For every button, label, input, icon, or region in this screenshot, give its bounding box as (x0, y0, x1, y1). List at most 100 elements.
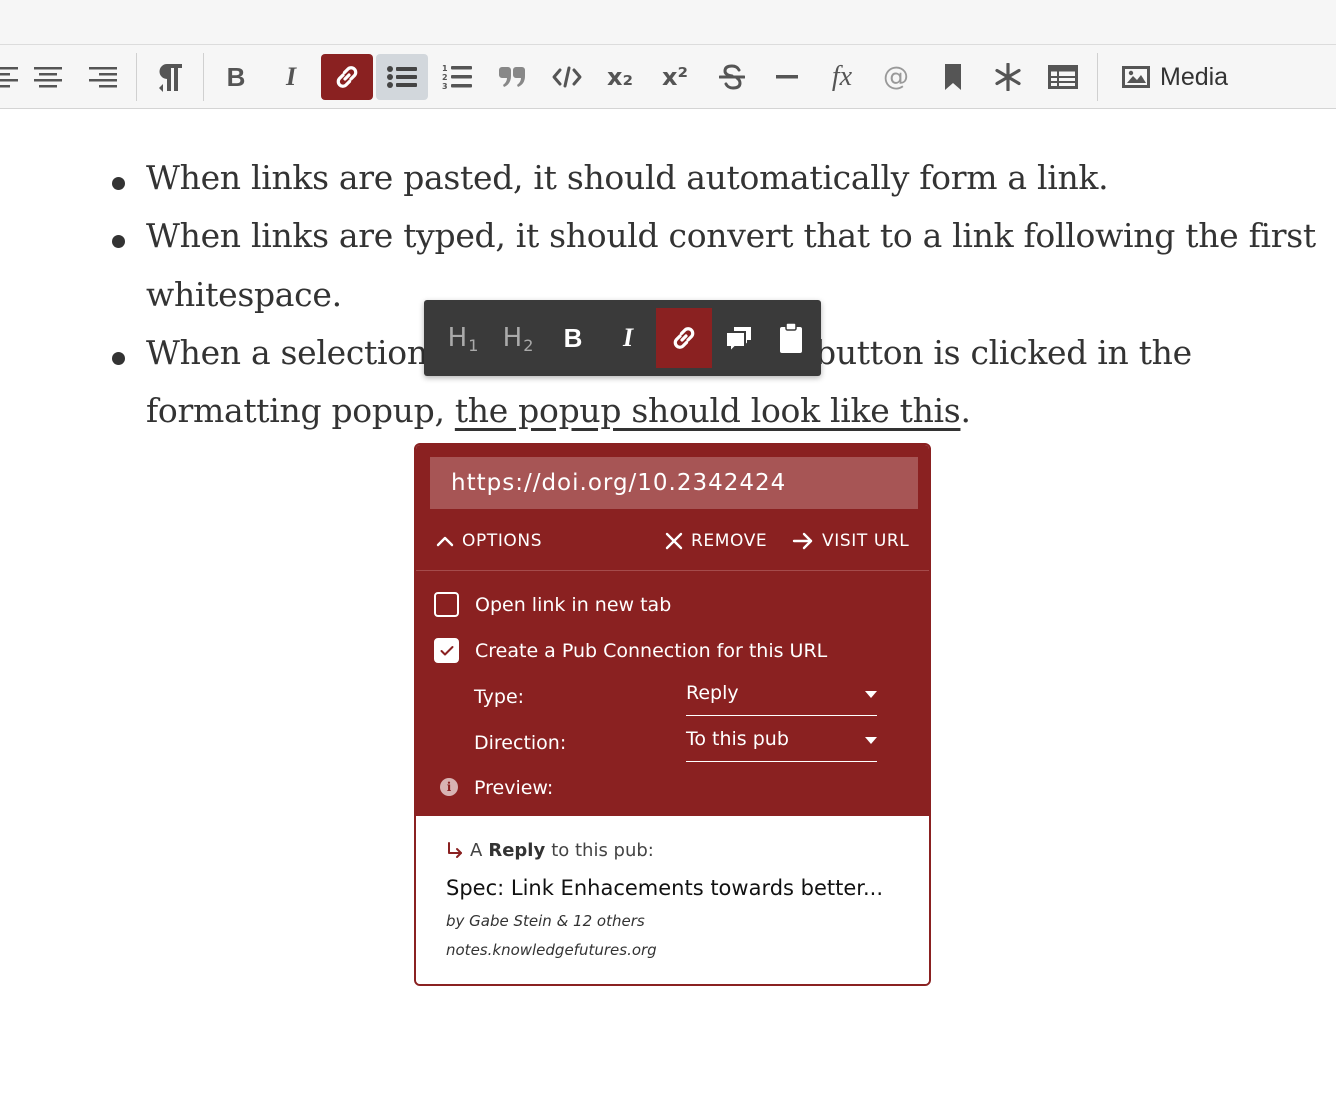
code-button[interactable] (544, 54, 590, 100)
subscript-icon: x₂ (607, 63, 633, 91)
code-icon (552, 66, 582, 88)
superscript-button[interactable]: x² (652, 54, 698, 100)
clipboard-button[interactable] (764, 308, 818, 368)
remove-label: REMOVE (691, 531, 768, 551)
superscript-icon: x² (662, 63, 688, 91)
ordered-list-button[interactable]: 123 (434, 54, 480, 100)
link-options-panel: https://doi.org/10.2342424 OPTIONS REMOV… (416, 445, 929, 816)
preview-suffix: to this pub: (551, 840, 654, 861)
subscript-button[interactable]: x₂ (597, 54, 643, 100)
bold-button[interactable]: B (546, 308, 600, 368)
link-button[interactable] (321, 54, 373, 100)
bookmark-icon (945, 64, 961, 90)
bookmark-button[interactable] (930, 54, 976, 100)
reply-arrow-icon (448, 841, 462, 858)
open-new-tab-checkbox[interactable] (434, 592, 459, 617)
align-center-icon (34, 67, 62, 88)
comments-icon (725, 325, 753, 352)
link-editor-popup: https://doi.org/10.2342424 OPTIONS REMOV… (414, 443, 931, 986)
checkmark-icon (440, 645, 453, 655)
list-item-text: . (960, 391, 971, 430)
toolbar-divider (1097, 53, 1098, 101)
type-select[interactable]: Reply (686, 682, 877, 716)
italic-button[interactable]: I (268, 54, 314, 100)
align-center-button[interactable] (25, 54, 71, 100)
editor-toolbar: B I 123 x₂ x² fx @ Media (0, 45, 1336, 109)
bullet-list-button[interactable] (376, 54, 428, 100)
heading1-button[interactable]: H1 (436, 308, 490, 368)
media-button[interactable]: Media (1122, 54, 1228, 100)
direction-select-value: To this pub (686, 728, 789, 750)
preview-label: Preview: (474, 777, 554, 799)
link-icon (673, 327, 695, 349)
quote-icon (499, 67, 525, 87)
heading2-icon: H (502, 323, 523, 353)
horizontal-rule-button[interactable] (764, 54, 810, 100)
toolbar-divider (136, 53, 137, 101)
italic-icon: I (622, 323, 634, 352)
align-right-icon (89, 67, 117, 88)
popup-divider (416, 570, 929, 571)
preview-header: A Reply to this pub: (446, 840, 654, 861)
function-icon: fx (831, 61, 853, 92)
italic-button[interactable]: I (601, 308, 655, 368)
info-icon: i (440, 778, 458, 796)
toolbar-divider (203, 53, 204, 101)
align-left-icon (0, 67, 18, 88)
list-item-continuation: formatting popup, the popup should look … (146, 391, 971, 430)
discussion-button[interactable] (712, 308, 766, 368)
ordered-list-icon: 123 (442, 64, 472, 90)
options-label: OPTIONS (462, 531, 543, 551)
preview-title[interactable]: Spec: Link Enhacements towards better... (446, 876, 883, 900)
connection-preview: A Reply to this pub: Spec: Link Enhaceme… (416, 816, 929, 984)
list-bullet (112, 177, 125, 190)
formatting-popup: H1 H2 B I (424, 300, 821, 376)
list-item: When links are typed, it should convert … (146, 216, 1316, 255)
heading2-button[interactable]: H2 (491, 308, 545, 368)
caret-down-icon (865, 737, 877, 744)
list-item-text: When a selection is (146, 333, 465, 372)
list-item-text-end: button is clicked in the (815, 333, 1192, 372)
italic-icon: I (285, 62, 297, 91)
align-right-button[interactable] (80, 54, 126, 100)
preview-byline: by Gabe Stein & 12 others (446, 912, 645, 930)
link-icon (336, 66, 358, 88)
url-input[interactable]: https://doi.org/10.2342424 (430, 457, 918, 509)
media-label: Media (1160, 62, 1229, 91)
list-item: When links are pasted, it should automat… (146, 158, 1109, 197)
pub-connection-checkbox[interactable] (434, 638, 459, 663)
paragraph-icon (159, 64, 182, 92)
preview-prefix: A (470, 840, 483, 861)
table-button[interactable] (1040, 54, 1086, 100)
list-bullet (112, 352, 125, 365)
table-icon (1048, 65, 1078, 89)
pub-connection-label: Create a Pub Connection for this URL (475, 639, 828, 662)
bold-button[interactable]: B (213, 54, 259, 100)
caret-down-icon (865, 691, 877, 698)
mention-button[interactable]: @ (873, 54, 919, 100)
list-item: When a selection is (146, 333, 465, 372)
link-button[interactable] (656, 308, 712, 368)
bold-icon: B (226, 61, 246, 92)
visit-url-button[interactable]: VISIT URL (792, 531, 909, 551)
footnote-button[interactable] (985, 54, 1031, 100)
svg-text:3: 3 (442, 82, 448, 90)
pub-connection-option[interactable]: Create a Pub Connection for this URL (434, 638, 827, 663)
strikethrough-button[interactable] (709, 54, 755, 100)
open-new-tab-option[interactable]: Open link in new tab (434, 592, 671, 617)
horizontal-rule-icon (776, 75, 798, 79)
remove-button[interactable]: REMOVE (665, 531, 767, 551)
hyperlink[interactable]: the popup should look like this (455, 391, 961, 430)
list-item-continuation: whitespace. (146, 275, 342, 314)
blockquote-button[interactable] (489, 54, 535, 100)
equation-button[interactable]: fx (819, 54, 865, 100)
close-icon (665, 532, 683, 550)
options-toggle[interactable]: OPTIONS (436, 531, 542, 551)
list-bullet (112, 235, 125, 248)
direction-select[interactable]: To this pub (686, 728, 877, 762)
svg-text:1: 1 (442, 64, 448, 73)
preview-type: Reply (488, 840, 546, 861)
align-left-button[interactable] (0, 54, 28, 100)
clipboard-icon (780, 323, 802, 353)
paragraph-button[interactable] (147, 54, 193, 100)
